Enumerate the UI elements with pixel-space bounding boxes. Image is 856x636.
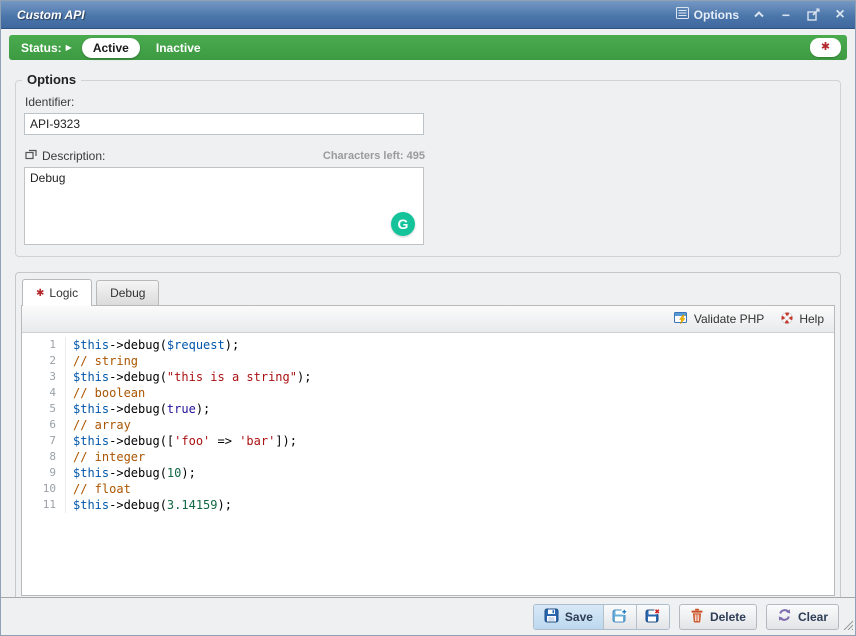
popout-field-icon[interactable]	[25, 149, 37, 163]
tab-logic-label: Logic	[49, 286, 78, 300]
code-lines: 1$this->debug($request);2// string3$this…	[22, 337, 834, 513]
code-toolbar: Validate PHP Help	[22, 306, 834, 333]
options-menu-label: Options	[694, 8, 739, 22]
custom-api-window: Custom API Options − × Status: ▶ Active …	[0, 0, 856, 636]
trash-icon	[690, 608, 704, 626]
help-label: Help	[799, 312, 824, 326]
logic-tab-panel: ✱ Logic Debug Validate PHP He	[15, 272, 841, 602]
status-bar: Status: ▶ Active Inactive ✱	[9, 35, 847, 60]
window-title: Custom API	[17, 8, 676, 22]
line-number: 1	[22, 337, 66, 353]
save-label: Save	[565, 610, 593, 624]
line-number: 2	[22, 353, 66, 369]
save-button-group: Save	[533, 604, 670, 630]
refresh-icon	[777, 608, 792, 625]
line-number: 7	[22, 433, 66, 449]
code-line[interactable]: 1$this->debug($request);	[22, 337, 834, 353]
status-active-button[interactable]: Active	[82, 38, 140, 58]
save-and-new-icon	[612, 608, 628, 626]
validate-php-label: Validate PHP	[694, 312, 764, 326]
popout-icon[interactable]	[806, 8, 820, 22]
status-label: Status:	[21, 41, 62, 55]
delete-button[interactable]: Delete	[679, 604, 757, 630]
clear-button[interactable]: Clear	[766, 604, 839, 630]
description-textarea[interactable]: Debug	[24, 167, 424, 245]
help-button[interactable]: Help	[780, 311, 824, 328]
code-line[interactable]: 5$this->debug(true);	[22, 401, 834, 417]
code-line[interactable]: 3$this->debug("this is a string");	[22, 369, 834, 385]
line-number: 3	[22, 369, 66, 385]
tab-logic[interactable]: ✱ Logic	[22, 279, 92, 306]
code-line[interactable]: 11$this->debug(3.14159);	[22, 497, 834, 513]
footer-toolbar: Save Delete Clear	[1, 597, 855, 635]
minimize-icon[interactable]: −	[779, 8, 793, 22]
line-number: 6	[22, 417, 66, 433]
save-button[interactable]: Save	[534, 605, 603, 629]
status-inactive-button[interactable]: Inactive	[156, 41, 201, 55]
options-legend: Options	[22, 72, 81, 87]
validate-php-button[interactable]: Validate PHP	[674, 311, 764, 328]
code-line[interactable]: 10// float	[22, 481, 834, 497]
description-label: Description:	[42, 149, 105, 163]
line-number: 10	[22, 481, 66, 497]
resize-handle[interactable]	[841, 618, 853, 633]
code-line[interactable]: 9$this->debug(10);	[22, 465, 834, 481]
grammarly-icon[interactable]: G	[391, 212, 415, 236]
tab-debug[interactable]: Debug	[96, 280, 159, 305]
save-and-close-button[interactable]	[636, 605, 669, 629]
required-fields-button[interactable]: ✱	[810, 38, 841, 57]
line-number: 11	[22, 497, 66, 513]
code-line[interactable]: 7$this->debug(['foo' => 'bar']);	[22, 433, 834, 449]
code-line[interactable]: 6// array	[22, 417, 834, 433]
identifier-label: Identifier:	[25, 95, 832, 109]
options-fieldset: Options Identifier: Description: Charact…	[15, 80, 841, 257]
line-number: 8	[22, 449, 66, 465]
characters-left-counter: Characters left: 495	[323, 150, 425, 162]
delete-label: Delete	[710, 610, 746, 624]
line-number: 4	[22, 385, 66, 401]
status-arrow-icon: ▶	[66, 43, 72, 52]
save-and-new-button[interactable]	[603, 605, 636, 629]
save-icon	[544, 608, 559, 626]
collapse-icon[interactable]	[752, 8, 766, 22]
tab-debug-label: Debug	[110, 286, 145, 300]
code-line[interactable]: 4// boolean	[22, 385, 834, 401]
line-number: 5	[22, 401, 66, 417]
close-icon[interactable]: ×	[833, 8, 847, 22]
options-menu-button[interactable]: Options	[676, 7, 739, 22]
line-number: 9	[22, 465, 66, 481]
validate-php-icon	[674, 311, 689, 328]
titlebar: Custom API Options − ×	[1, 1, 855, 29]
identifier-input[interactable]	[24, 113, 424, 135]
tab-bar: ✱ Logic Debug	[21, 278, 835, 305]
help-lifebuoy-icon	[780, 311, 794, 328]
logic-tab-content: Validate PHP Help 1$this->debug($request…	[21, 305, 835, 596]
clear-label: Clear	[798, 610, 828, 624]
list-icon	[676, 7, 689, 22]
save-and-close-icon	[645, 608, 661, 626]
code-line[interactable]: 2// string	[22, 353, 834, 369]
required-asterisk-icon: ✱	[36, 288, 44, 299]
code-editor[interactable]: 1$this->debug($request);2// string3$this…	[22, 333, 834, 595]
code-line[interactable]: 8// integer	[22, 449, 834, 465]
